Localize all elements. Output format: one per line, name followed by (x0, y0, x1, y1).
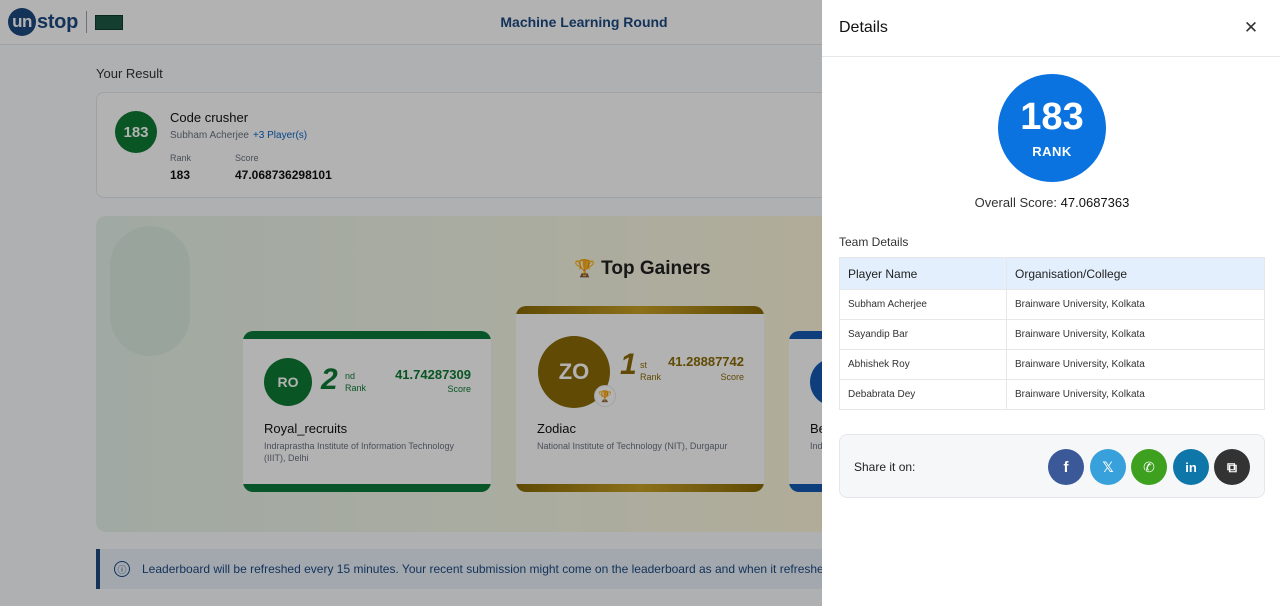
column-header: Organisation/College (1006, 257, 1265, 290)
player-org: Brainware University, Kolkata (1006, 349, 1265, 380)
modal-backdrop[interactable] (0, 0, 822, 606)
player-name: Sayandip Bar (839, 319, 1007, 350)
table-row: Sayandip Bar Brainware University, Kolka… (839, 319, 1265, 350)
overall-score-label: Overall Score: (974, 195, 1058, 210)
player-name: Debabrata Dey (839, 379, 1007, 410)
rank-label: RANK (1032, 144, 1072, 159)
linkedin-icon[interactable]: in (1173, 449, 1209, 485)
overall-score-value: 47.0687363 (1060, 195, 1130, 210)
player-org: Brainware University, Kolkata (1006, 289, 1265, 320)
player-name: Abhishek Roy (839, 349, 1007, 380)
share-panel: Share it on: f 𝕏 ✆ in ⧉ (839, 434, 1265, 498)
table-row: Debabrata Dey Brainware University, Kolk… (839, 379, 1265, 410)
player-org: Brainware University, Kolkata (1006, 319, 1265, 350)
team-details-heading: Team Details (839, 235, 909, 249)
rank-circle: 183 RANK (998, 74, 1106, 182)
share-label: Share it on: (854, 460, 916, 474)
rank-number: 183 (1020, 96, 1084, 138)
player-name: Subham Acherjee (839, 289, 1007, 320)
drawer-title: Details (839, 19, 888, 36)
facebook-icon[interactable]: f (1048, 449, 1084, 485)
table-header-row: Player Name Organisation/College (839, 257, 1265, 290)
team-details-table: Player Name Organisation/College Subham … (839, 257, 1265, 410)
table-row: Abhishek Roy Brainware University, Kolka… (839, 349, 1265, 380)
column-header: Player Name (839, 257, 1007, 290)
overall-score: Overall Score: 47.0687363 (822, 195, 1280, 210)
copy-icon[interactable]: ⧉ (1214, 449, 1250, 485)
close-icon[interactable]: ✕ (1240, 17, 1262, 39)
drawer-header: Details ✕ (822, 0, 1280, 57)
table-row: Subham Acherjee Brainware University, Ko… (839, 289, 1265, 320)
player-org: Brainware University, Kolkata (1006, 379, 1265, 410)
x-icon[interactable]: 𝕏 (1090, 449, 1126, 485)
whatsapp-icon[interactable]: ✆ (1131, 449, 1167, 485)
details-drawer: Details ✕ 183 RANK Overall Score: 47.068… (822, 0, 1280, 606)
